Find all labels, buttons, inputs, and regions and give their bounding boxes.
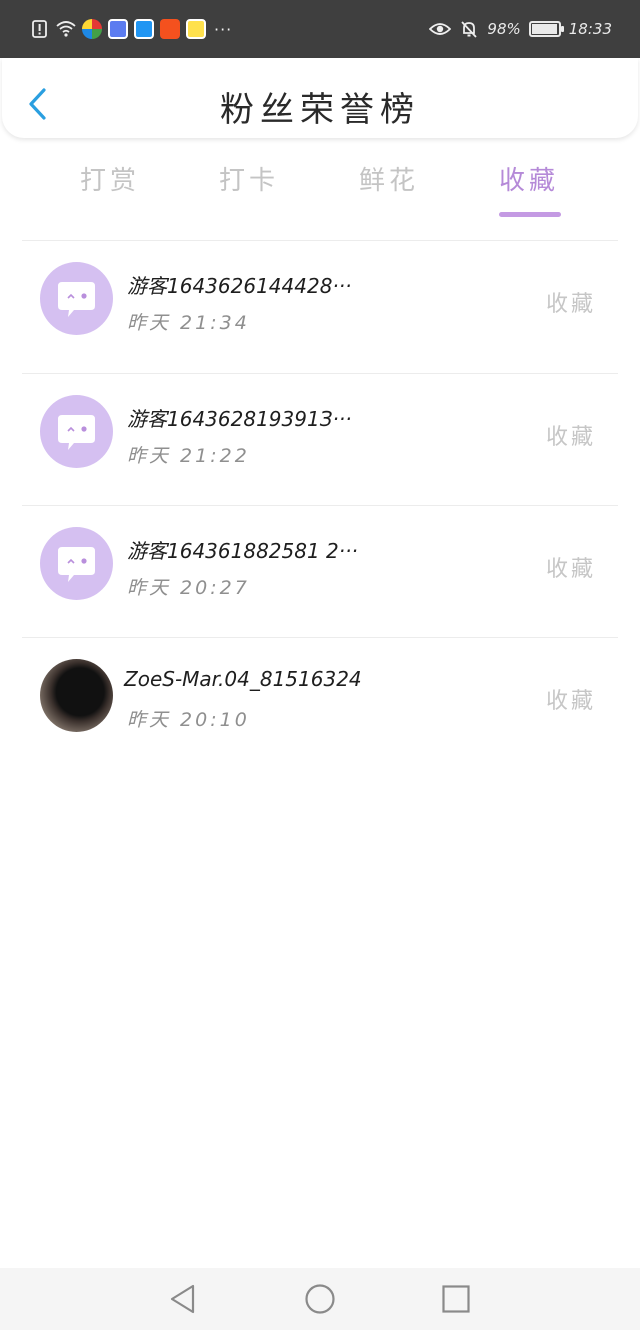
- tab-tip[interactable]: 打赏: [50, 160, 170, 197]
- clock: 18:33: [568, 20, 612, 38]
- guest-avatar[interactable]: [40, 262, 113, 335]
- active-tab-indicator: [499, 212, 561, 217]
- fan-time: 昨天 20:10: [127, 709, 250, 731]
- battery-percent: 98%: [487, 20, 521, 38]
- fan-name: 游客164361882581 2···: [127, 539, 358, 563]
- fan-action: 收藏: [546, 689, 597, 714]
- fan-action: 收藏: [546, 557, 597, 582]
- eye-comfort-icon: [429, 23, 452, 35]
- app-5-icon: [186, 19, 206, 39]
- guest-avatar[interactable]: [40, 527, 113, 600]
- mute-bell-icon: [461, 21, 478, 38]
- photo-avatar[interactable]: [40, 659, 113, 732]
- fan-name: 游客164362819391З···: [127, 407, 352, 431]
- tab-checkin[interactable]: 打卡: [189, 160, 309, 197]
- fan-row[interactable]: 游客164361882581 2··· 昨天 20:27 收藏: [0, 507, 640, 639]
- tab-bar: 打赏 打卡 鲜花 收藏: [0, 160, 640, 220]
- battery-fill: [531, 24, 558, 34]
- app-1-icon: [82, 19, 102, 39]
- tab-favorites[interactable]: 收藏: [469, 160, 589, 197]
- system-nav-bar: [0, 1268, 640, 1330]
- battery-icon: [528, 21, 564, 37]
- home-nav-icon[interactable]: [303, 1282, 337, 1316]
- fan-name: 游客1643626144428···: [127, 274, 352, 298]
- app-2-icon: [108, 19, 128, 39]
- fan-name: ZoeS-Mar.04_81516324: [124, 667, 362, 691]
- fan-time: 昨天 21:34: [127, 312, 250, 334]
- alert-icon: [32, 20, 47, 38]
- wifi-icon: [56, 21, 76, 37]
- fan-action: 收藏: [546, 425, 597, 450]
- back-nav-icon[interactable]: [166, 1282, 200, 1316]
- list-divider: [22, 637, 618, 638]
- fan-time: 昨天 20:27: [127, 577, 250, 599]
- fan-row[interactable]: ZoeS-Mar.04_81516324 昨天 20:10 收藏: [0, 639, 640, 771]
- list-divider: [22, 373, 618, 374]
- status-left: ···: [30, 16, 232, 42]
- more-notifications-icon: ···: [214, 19, 233, 39]
- chat-bubble-icon: [58, 282, 95, 317]
- tab-flowers[interactable]: 鲜花: [329, 160, 449, 197]
- chat-bubble-icon: [58, 415, 95, 450]
- status-bar: ··· 98% 18:33: [0, 0, 640, 58]
- fan-action: 收藏: [546, 292, 597, 317]
- status-right: 98% 18:33: [429, 16, 612, 42]
- page-title: 粉丝荣誉榜: [220, 90, 420, 130]
- recents-nav-icon[interactable]: [439, 1282, 473, 1316]
- list-divider: [22, 240, 618, 241]
- header: 粉丝荣誉榜: [2, 58, 638, 138]
- app-3-icon: [134, 19, 154, 39]
- list-divider: [22, 505, 618, 506]
- guest-avatar[interactable]: [40, 395, 113, 468]
- chat-bubble-icon: [58, 547, 95, 582]
- fan-row[interactable]: 游客1643626144428··· 昨天 21:34 收藏: [0, 242, 640, 374]
- app-4-icon: [160, 19, 180, 39]
- fan-row[interactable]: 游客164362819391З··· 昨天 21:22 收藏: [0, 375, 640, 507]
- fan-time: 昨天 21:22: [127, 445, 250, 467]
